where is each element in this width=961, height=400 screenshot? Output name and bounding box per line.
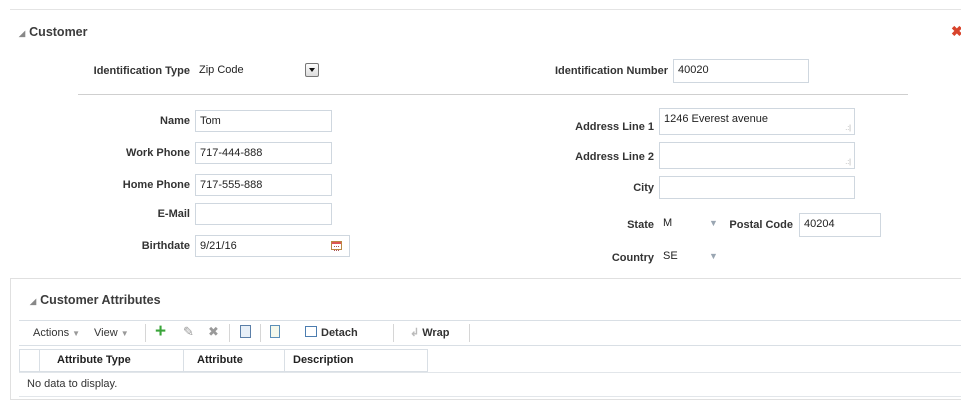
address-line-1-value: 1246 Everest avenue <box>664 113 768 125</box>
birthdate-input[interactable]: 9/21/16 <box>195 235 350 257</box>
home-phone-input[interactable]: 717-555-888 <box>195 174 332 196</box>
edit-pencil-icon[interactable]: ✎ <box>183 324 194 340</box>
actions-menu[interactable]: Actions ▼ <box>33 327 80 339</box>
column-header-attribute-type[interactable]: Attribute Type <box>40 350 184 371</box>
customer-section-title: Customer <box>29 25 88 39</box>
detach-button[interactable]: Detach <box>305 326 358 339</box>
attributes-toolbar: Actions ▼ View ▼ + ✎ ✖ Detach ↲ Wrap <box>19 320 961 346</box>
toolbar-separator <box>229 324 230 342</box>
postal-code-input[interactable]: 40204 <box>799 213 881 237</box>
state-label: State <box>627 219 654 231</box>
collapse-triangle-icon[interactable]: ◢ <box>30 297 36 306</box>
identification-type-value: Zip Code <box>199 64 244 76</box>
email-input[interactable] <box>195 203 332 225</box>
address-line-1-textarea[interactable]: 1246 Everest avenue .:| <box>659 108 855 135</box>
identification-number-input[interactable]: 40020 <box>673 59 809 83</box>
toolbar-separator <box>469 324 470 342</box>
chevron-down-icon[interactable]: ▼ <box>709 213 718 233</box>
city-label: City <box>633 182 654 194</box>
attributes-table-header: Attribute Type Attribute Description <box>19 349 428 372</box>
identification-number-label: Identification Number <box>554 65 668 77</box>
chevron-down-icon[interactable]: ▼ <box>709 246 718 266</box>
actions-menu-label: Actions <box>33 327 70 339</box>
attributes-section-title: Customer Attributes <box>40 293 161 307</box>
customer-section-header[interactable]: ◢ Customer <box>19 25 88 39</box>
birthdate-value: 9/21/16 <box>200 240 237 252</box>
toolbar-separator <box>393 324 394 342</box>
country-label: Country <box>611 252 654 264</box>
view-menu[interactable]: View ▼ <box>94 327 129 339</box>
calendar-icon[interactable] <box>331 241 342 251</box>
city-input[interactable] <box>659 176 855 199</box>
freeze-icon[interactable] <box>270 325 280 338</box>
name-input[interactable]: Tom <box>195 110 332 132</box>
email-label: E-Mail <box>157 208 190 220</box>
grid-divider <box>19 372 961 373</box>
wrap-label: Wrap <box>422 327 450 339</box>
work-phone-label: Work Phone <box>126 147 190 159</box>
row-header-cell <box>20 350 40 371</box>
top-divider <box>10 9 961 10</box>
toolbar-separator <box>260 324 261 342</box>
chevron-down-icon: ▼ <box>72 329 81 338</box>
birthdate-label: Birthdate <box>141 240 190 252</box>
add-icon[interactable]: + <box>155 322 166 342</box>
chevron-down-icon: ▼ <box>120 329 129 338</box>
delete-icon[interactable]: ✖ <box>208 324 219 340</box>
column-header-attribute[interactable]: Attribute <box>184 350 285 371</box>
view-menu-label: View <box>94 327 118 339</box>
toolbar-separator <box>145 324 146 342</box>
wrap-button[interactable]: ↲ Wrap <box>410 326 450 339</box>
postal-code-label: Postal Code <box>729 219 793 231</box>
address-line-1-label: Address Line 1 <box>575 121 654 133</box>
state-value: M <box>663 217 673 229</box>
address-line-2-label: Address Line 2 <box>575 151 654 163</box>
export-icon[interactable] <box>240 325 251 338</box>
wrap-icon: ↲ <box>410 327 420 339</box>
identification-type-select[interactable]: Zip Code <box>195 60 331 82</box>
resize-grip-icon[interactable]: .:| <box>845 125 851 132</box>
chevron-down-icon[interactable] <box>305 63 319 77</box>
close-icon[interactable]: ✖ <box>951 23 961 40</box>
detach-icon <box>305 326 317 337</box>
resize-grip-icon[interactable]: .:| <box>845 159 851 166</box>
column-header-description[interactable]: Description <box>285 350 427 371</box>
identification-divider <box>78 94 908 95</box>
country-value: SE <box>663 250 678 262</box>
empty-table-message: No data to display. <box>27 378 118 390</box>
attributes-section-header[interactable]: ◢ Customer Attributes <box>30 293 161 307</box>
state-select[interactable]: M ▼ <box>659 213 725 235</box>
home-phone-label: Home Phone <box>122 179 190 191</box>
work-phone-input[interactable]: 717-444-888 <box>195 142 332 164</box>
collapse-triangle-icon[interactable]: ◢ <box>19 29 25 38</box>
address-line-2-textarea[interactable]: .:| <box>659 142 855 169</box>
grid-bottom-divider <box>19 396 961 397</box>
country-select[interactable]: SE ▼ <box>659 246 725 268</box>
identification-type-label: Identification Type <box>93 65 190 77</box>
name-label: Name <box>160 115 190 127</box>
detach-label: Detach <box>321 327 358 339</box>
